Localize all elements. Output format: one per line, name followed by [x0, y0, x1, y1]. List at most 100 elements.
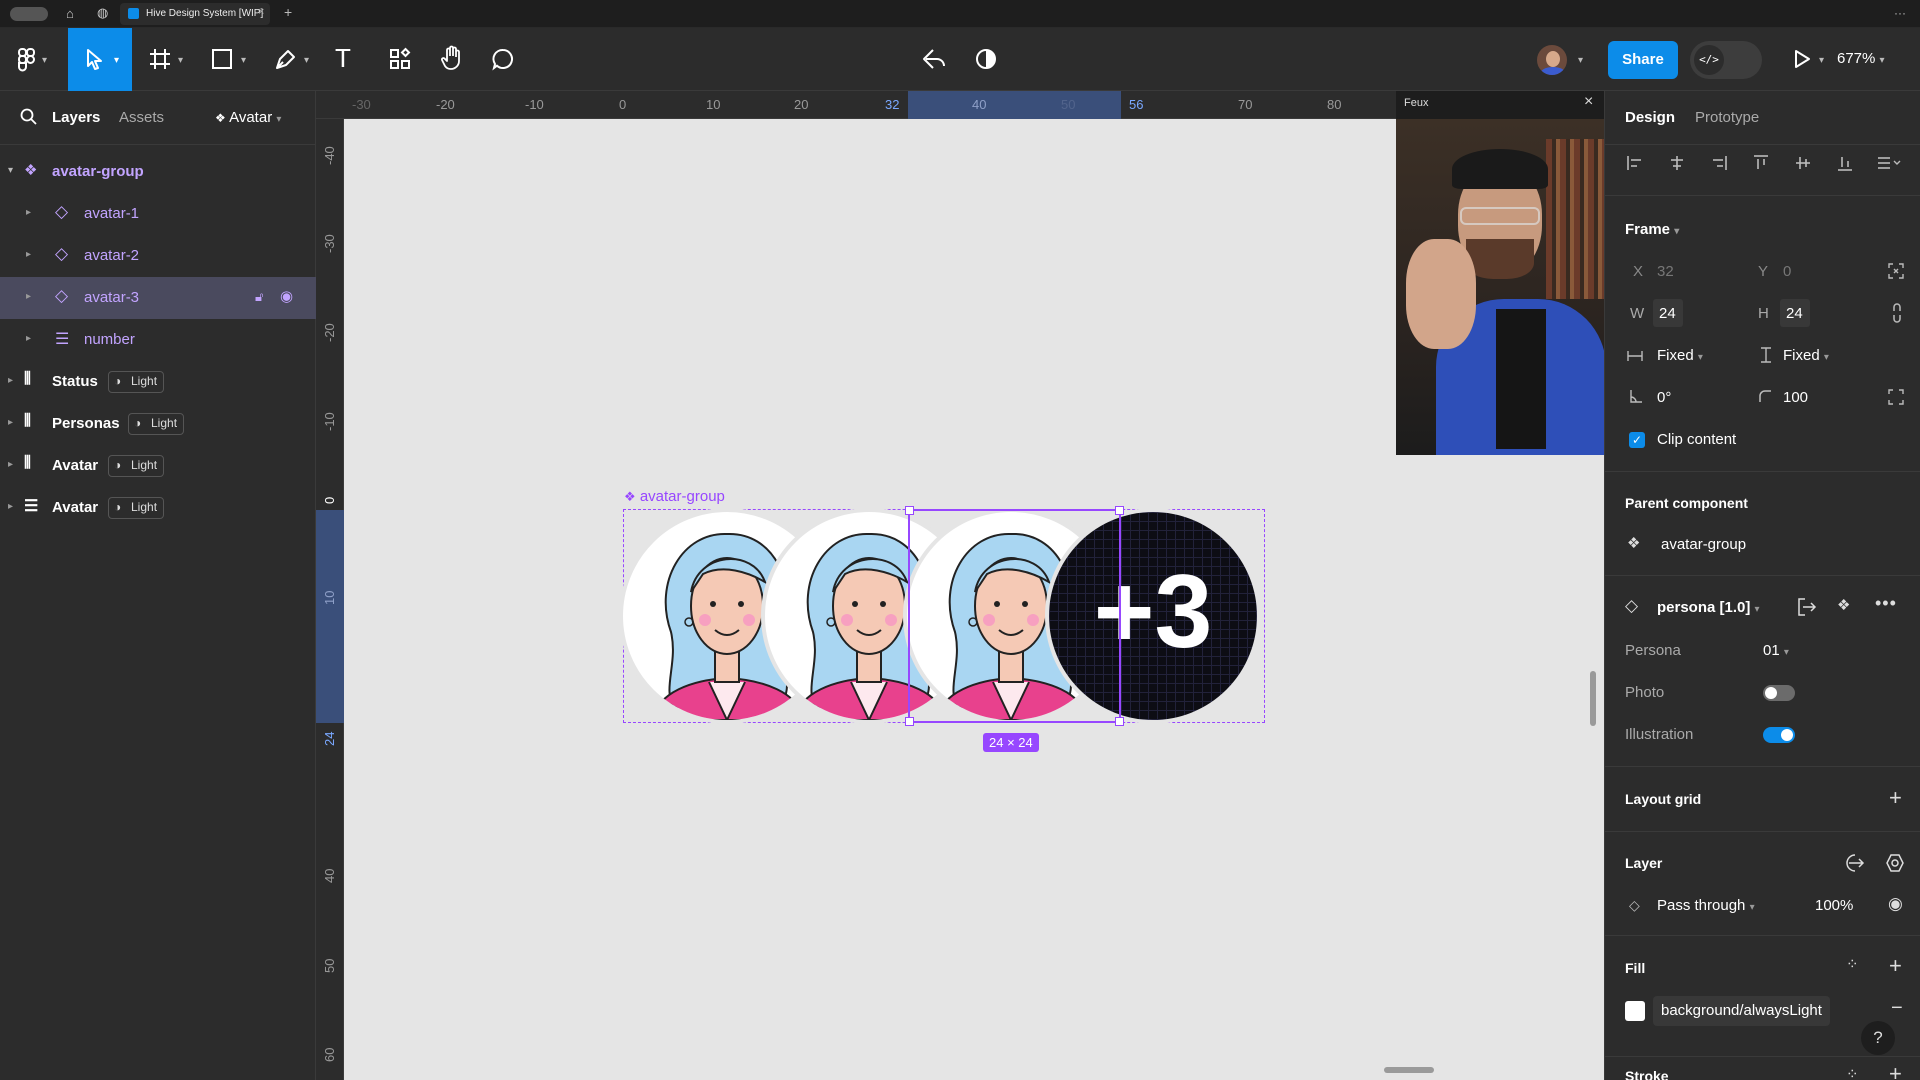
- photo-toggle[interactable]: [1763, 685, 1795, 701]
- resize-handle[interactable]: [1115, 506, 1124, 515]
- layer-row-avatar-group[interactable]: ▾ ❖ avatar-group: [0, 151, 316, 193]
- video-overlay[interactable]: Feux ×: [1396, 91, 1604, 455]
- y-field[interactable]: 0: [1783, 263, 1791, 280]
- radius-field[interactable]: 100: [1783, 389, 1808, 406]
- rectangle-tool-icon[interactable]: [211, 48, 233, 74]
- page-selector[interactable]: ❖ Avatar ▾: [215, 109, 281, 126]
- user-avatar[interactable]: [1535, 43, 1569, 77]
- avatar-group-frame-label[interactable]: ❖ avatar-group: [624, 488, 725, 505]
- distribute-icon[interactable]: [1877, 155, 1901, 176]
- h-field[interactable]: 24: [1780, 299, 1810, 327]
- remove-fill-icon[interactable]: −: [1891, 997, 1903, 1020]
- fill-style-chip[interactable]: background/alwaysLight: [1653, 996, 1830, 1026]
- resize-handle[interactable]: [905, 717, 914, 726]
- new-tab-icon[interactable]: +: [284, 4, 292, 20]
- more-icon[interactable]: ···: [1894, 6, 1906, 20]
- horizontal-scrollbar[interactable]: [1384, 1067, 1434, 1073]
- align-bottom-icon[interactable]: [1837, 155, 1853, 176]
- tab-assets[interactable]: Assets: [119, 109, 164, 126]
- eye-icon[interactable]: ◉: [280, 287, 293, 305]
- more-options-icon[interactable]: •••: [1875, 593, 1897, 614]
- parent-component-link[interactable]: avatar-group: [1661, 536, 1746, 553]
- horizontal-resizing-dropdown[interactable]: Fixed ▾: [1657, 347, 1703, 364]
- frame-tool-icon[interactable]: [148, 47, 172, 75]
- chevron-down-icon[interactable]: ▾: [304, 55, 309, 66]
- styles-grid-icon[interactable]: ⁘: [1846, 1065, 1859, 1080]
- add-fill-icon[interactable]: +: [1889, 953, 1902, 979]
- search-icon[interactable]: [20, 108, 38, 131]
- file-tab[interactable]: Hive Design System [WIP] ×: [120, 3, 270, 25]
- layer-row-avatar-3[interactable]: ▸ ◇ avatar-3 🔓︎ ◉: [0, 277, 316, 319]
- canvas[interactable]: -30 -20 -10 0 10 20 32 40 50 56 70 80 -4…: [316, 91, 1604, 1080]
- independent-corners-icon[interactable]: [1888, 389, 1904, 410]
- fill-swatch[interactable]: [1625, 1001, 1645, 1021]
- zoom-level[interactable]: 677% ▾: [1837, 50, 1885, 67]
- pen-tool-icon[interactable]: [274, 47, 298, 75]
- dev-mode-toggle[interactable]: </>: [1690, 41, 1762, 79]
- globe-icon[interactable]: ◍: [97, 5, 108, 21]
- illustration-toggle[interactable]: [1763, 727, 1795, 743]
- help-button[interactable]: ?: [1861, 1021, 1895, 1055]
- styles-grid-icon[interactable]: ⁘: [1846, 955, 1859, 973]
- component-icon[interactable]: ❖: [1837, 596, 1850, 614]
- selection-box[interactable]: [905, 506, 1124, 726]
- text-tool-icon[interactable]: T: [335, 45, 351, 71]
- instance-swap-dropdown[interactable]: persona [1.0] ▾: [1657, 599, 1760, 616]
- layer-row-avatar-1[interactable]: ▸ ◇ avatar-1: [0, 193, 316, 235]
- w-field[interactable]: 24: [1653, 299, 1683, 327]
- layer-row-avatar-frame[interactable]: ▸ ☰ Avatar ◑ Light: [0, 487, 316, 529]
- close-icon[interactable]: ×: [1584, 93, 1593, 111]
- close-tab-icon[interactable]: ×: [258, 6, 264, 18]
- add-stroke-icon[interactable]: +: [1889, 1061, 1902, 1080]
- home-icon[interactable]: ⌂: [66, 6, 74, 21]
- share-button[interactable]: Share: [1608, 41, 1678, 79]
- layer-settings-icon[interactable]: [1885, 854, 1905, 877]
- align-center-h-icon[interactable]: [1669, 155, 1685, 176]
- x-field[interactable]: 32: [1657, 263, 1674, 280]
- chevron-down-icon[interactable]: ▾: [114, 55, 119, 66]
- tab-layers[interactable]: Layers: [52, 109, 100, 126]
- chevron-down-icon[interactable]: ▾: [178, 55, 183, 66]
- vertical-resizing-dropdown[interactable]: Fixed ▾: [1783, 347, 1829, 364]
- go-to-main-component-icon[interactable]: [1797, 598, 1817, 621]
- tab-design[interactable]: Design: [1625, 109, 1675, 126]
- main-menu-icon[interactable]: [18, 48, 36, 76]
- visibility-eye-icon[interactable]: ◉: [1888, 894, 1903, 914]
- layer-row-avatar-section[interactable]: ▸ ⫼ Avatar ◑ Light: [0, 445, 316, 487]
- components-tool-icon[interactable]: [388, 47, 412, 75]
- resize-handle[interactable]: [905, 506, 914, 515]
- align-right-icon[interactable]: [1711, 155, 1727, 176]
- layer-row-number[interactable]: ▸ ☰ number: [0, 319, 316, 361]
- opacity-field[interactable]: 100%: [1815, 897, 1853, 914]
- vertical-scrollbar[interactable]: [1590, 671, 1596, 726]
- resize-handle[interactable]: [1115, 717, 1124, 726]
- chevron-down-icon[interactable]: ▾: [42, 55, 47, 66]
- add-layout-grid-icon[interactable]: +: [1889, 785, 1902, 811]
- align-left-icon[interactable]: [1627, 155, 1643, 176]
- align-center-v-icon[interactable]: [1795, 155, 1811, 176]
- constrain-proportions-icon[interactable]: [1891, 303, 1903, 328]
- clip-content-checkbox[interactable]: ✓: [1629, 432, 1645, 448]
- persona-dropdown[interactable]: 01 ▾: [1763, 642, 1789, 659]
- frame-section-title[interactable]: Frame ▾: [1625, 221, 1679, 238]
- blend-mode-dropdown[interactable]: Pass through ▾: [1657, 897, 1755, 914]
- sidebar-toggle-icon[interactable]: [10, 7, 48, 21]
- chevron-down-icon[interactable]: ▾: [1819, 55, 1824, 66]
- go-to-variable-icon[interactable]: [1845, 854, 1865, 877]
- rotation-field[interactable]: 0°: [1657, 389, 1671, 406]
- resize-to-fit-icon[interactable]: [1888, 263, 1904, 284]
- unlock-icon[interactable]: 🔓︎: [255, 289, 263, 305]
- hand-tool-icon[interactable]: [440, 45, 464, 75]
- comment-tool-icon[interactable]: [491, 47, 515, 75]
- layer-row-personas[interactable]: ▸ ⫼ Personas ◑ Light: [0, 403, 316, 445]
- tab-prototype[interactable]: Prototype: [1695, 109, 1759, 126]
- dev-handoff-icon[interactable]: [921, 47, 947, 75]
- present-icon[interactable]: [1793, 49, 1811, 73]
- chevron-down-icon[interactable]: ▾: [1578, 55, 1583, 66]
- layer-row-status[interactable]: ▸ ⫼ Status ◑ Light: [0, 361, 316, 403]
- contrast-icon[interactable]: [975, 48, 997, 74]
- move-tool-button[interactable]: ▾: [68, 28, 132, 91]
- align-top-icon[interactable]: [1753, 155, 1769, 176]
- chevron-down-icon[interactable]: ▾: [241, 55, 246, 66]
- layer-row-avatar-2[interactable]: ▸ ◇ avatar-2: [0, 235, 316, 277]
